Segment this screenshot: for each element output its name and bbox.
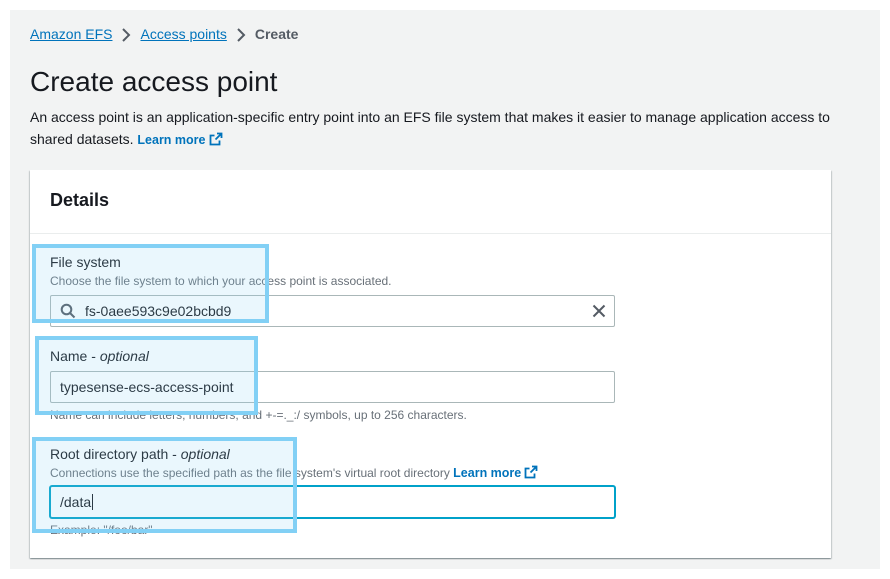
- search-icon: [60, 303, 76, 319]
- root-directory-example: Example: "/foo/bar": [50, 523, 153, 537]
- name-input[interactable]: typesense-ecs-access-point: [50, 371, 615, 403]
- name-label-text: Name: [50, 348, 88, 364]
- name-label: Name - optional: [50, 348, 149, 364]
- root-directory-description: Connections use the specified path as th…: [50, 465, 615, 481]
- details-title: Details: [50, 190, 110, 210]
- page-title: Create access point: [30, 66, 278, 97]
- root-directory-optional: optional: [180, 446, 230, 462]
- learn-more-link[interactable]: Learn more: [137, 132, 223, 147]
- root-directory-learn-more-label: Learn more: [453, 466, 522, 480]
- file-system-label: File system: [50, 254, 121, 270]
- name-field: Name - optional typesense-ecs-access-poi…: [50, 347, 615, 423]
- root-directory-input[interactable]: /data: [50, 486, 615, 518]
- clear-icon[interactable]: [592, 304, 606, 318]
- external-link-icon: [521, 465, 538, 480]
- breadcrumb-amazon-efs[interactable]: Amazon EFS: [30, 26, 112, 42]
- page: Amazon EFS Access points Create Create a…: [10, 10, 880, 569]
- file-system-field: File system Choose the file system to wh…: [50, 253, 615, 327]
- breadcrumb-current: Create: [254, 26, 299, 43]
- details-panel: Details File system Choose the file syst…: [30, 170, 831, 558]
- root-directory-label-text: Root directory path: [50, 446, 169, 462]
- learn-more-label: Learn more: [137, 133, 206, 147]
- name-value: typesense-ecs-access-point: [60, 379, 234, 395]
- file-system-value: fs-0aee593c9e02bcbd9: [85, 303, 232, 319]
- chevron-right-icon: [112, 26, 140, 43]
- file-system-search-input[interactable]: fs-0aee593c9e02bcbd9: [50, 295, 615, 327]
- details-header: Details: [30, 170, 831, 234]
- root-directory-learn-more-link[interactable]: Learn more: [453, 465, 538, 480]
- root-directory-field: Root directory path - optional Connectio…: [50, 445, 615, 538]
- breadcrumb: Amazon EFS Access points Create: [30, 26, 298, 42]
- name-constraint: Name can include letters, numbers, and +…: [50, 408, 467, 422]
- root-directory-value: /data: [60, 494, 92, 510]
- external-link-icon: [206, 132, 223, 147]
- breadcrumb-access-points[interactable]: Access points: [140, 26, 226, 42]
- chevron-right-icon: [227, 26, 255, 43]
- root-directory-label: Root directory path - optional: [50, 446, 230, 462]
- page-description: An access point is an application-specif…: [30, 106, 840, 151]
- root-directory-description-text: Connections use the specified path as th…: [50, 466, 450, 480]
- file-system-description: Choose the file system to which your acc…: [50, 274, 392, 288]
- name-optional: optional: [99, 348, 149, 364]
- text-cursor: [92, 494, 94, 510]
